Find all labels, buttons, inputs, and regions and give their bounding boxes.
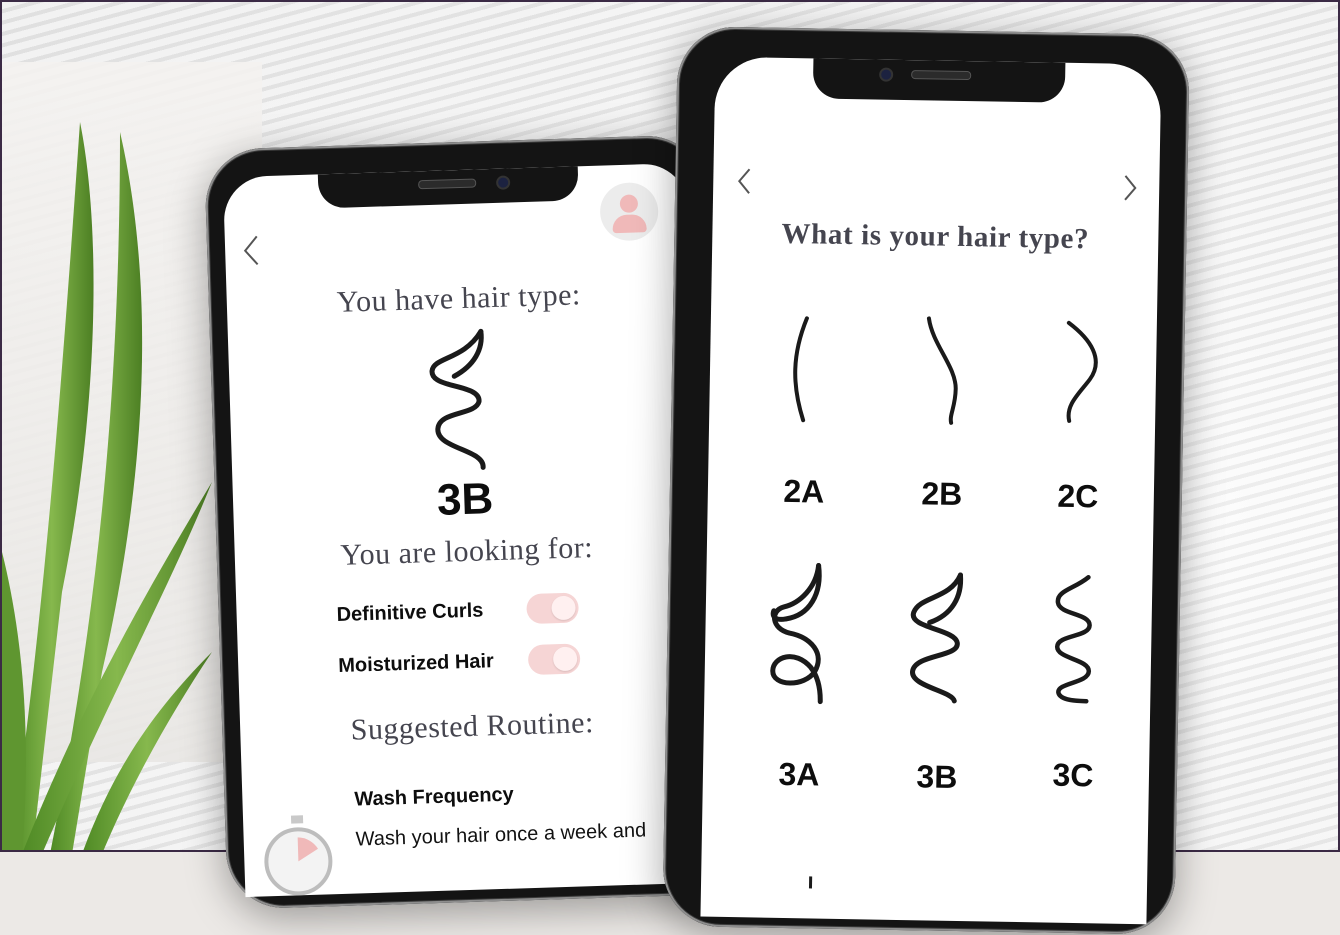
tight-curl-icon[interactable] [1048, 574, 1100, 706]
front-camera [879, 67, 894, 82]
profile-avatar[interactable] [599, 181, 660, 242]
hair-type-label-3b[interactable]: 3B [897, 758, 978, 796]
toggle-moisturized-hair[interactable] [527, 643, 581, 676]
curl-icon[interactable] [902, 572, 974, 704]
front-camera [495, 175, 511, 190]
result-hair-type: 3B [436, 474, 494, 525]
option-label-moisturized-hair: Moisturized Hair [337, 650, 495, 678]
speaker [911, 70, 972, 81]
curl-3b-icon [429, 328, 486, 470]
back-chevron-icon[interactable] [243, 234, 260, 266]
next-row-icon-hint [808, 876, 813, 889]
hair-type-label-3c[interactable]: 3C [1033, 756, 1114, 794]
avatar-body-icon [612, 214, 647, 234]
looking-for-title: You are looking for: [339, 530, 594, 572]
right-screen: What is your hair type? 2A 2B 2C 3A 3B 3… [700, 56, 1162, 925]
option-label-definitive-curls: Definitive Curls [336, 599, 484, 627]
left-screen: You have hair type: 3B You are looking f… [222, 162, 710, 898]
right-phone: What is your hair type? 2A 2B 2C 3A 3B 3… [662, 26, 1190, 935]
hair-type-label-2c[interactable]: 2C [1038, 477, 1119, 515]
loose-curl-icon[interactable] [764, 563, 836, 705]
toggle-definitive-curls[interactable] [526, 592, 580, 625]
toggle-knob [551, 595, 576, 621]
forward-chevron-icon[interactable] [1123, 174, 1137, 202]
routine-item-title: Wash Frequency [354, 783, 515, 811]
s-wave-icon[interactable] [921, 314, 967, 425]
stopwatch-icon [264, 815, 333, 896]
routine-title: Suggested Routine: [350, 706, 595, 747]
tight-wave-icon[interactable] [1059, 319, 1105, 426]
speaker [418, 178, 477, 190]
toggle-knob [552, 646, 578, 672]
avatar-head-icon [619, 194, 639, 213]
straight-wave-icon[interactable] [783, 314, 825, 425]
result-title: You have hair type: [336, 278, 582, 319]
hair-type-label-3a[interactable]: 3A [759, 756, 840, 794]
routine-item-text: Wash your hair once a week and [355, 819, 647, 851]
right-notch [812, 58, 1066, 103]
hair-type-label-2a[interactable]: 2A [764, 473, 845, 511]
back-chevron-icon[interactable] [737, 167, 751, 195]
hair-type-label-2b[interactable]: 2B [902, 475, 983, 513]
left-notch [317, 166, 579, 209]
left-phone: You have hair type: 3B You are looking f… [204, 134, 728, 910]
hair-type-question: What is your hair type? [781, 217, 1090, 256]
